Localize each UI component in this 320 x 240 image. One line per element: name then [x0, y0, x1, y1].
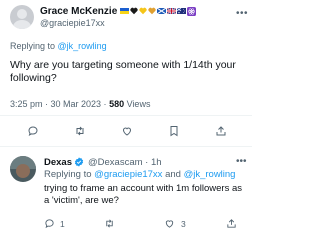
like-icon[interactable]	[121, 125, 133, 137]
reply-handle-time[interactable]: @Dexascam · 1h	[88, 157, 162, 168]
display-name[interactable]: Grace McKenzie	[40, 6, 117, 17]
reply-count: 1	[60, 219, 65, 229]
scotland-flag-icon	[157, 8, 167, 14]
avatar-face	[16, 164, 30, 178]
reply-text: trying to frame an account with 1m follo…	[44, 183, 243, 206]
author-row: Grace McKenzie	[40, 5, 197, 17]
share-icon[interactable]	[215, 125, 227, 137]
reply-replying-to: Replying to @graciepie17xx and @jk_rowli…	[44, 169, 235, 180]
retweet-icon[interactable]	[74, 125, 86, 137]
gold-heart-icon	[148, 7, 156, 15]
replying-and: and	[162, 169, 184, 180]
reply-display-name[interactable]: Dexas	[44, 157, 72, 168]
black-heart-icon	[130, 7, 138, 15]
uk-flag-icon	[167, 8, 177, 14]
handle[interactable]: @graciepie17xx	[40, 18, 105, 28]
like-icon[interactable]	[164, 218, 175, 229]
tweet-text: Why are you targeting someone with 1/14t…	[10, 59, 236, 84]
atom-symbol-icon	[187, 6, 197, 16]
avatar-body	[13, 20, 31, 29]
reply-icon[interactable]	[27, 125, 39, 137]
replying-to-link[interactable]: @jk_rowling	[58, 41, 107, 51]
more-options-icon[interactable]: •••	[236, 8, 248, 19]
verified-badge-icon	[74, 157, 84, 167]
replying-to: Replying to @jk_rowling	[10, 41, 107, 51]
retweet-icon[interactable]	[104, 218, 115, 229]
bookmark-icon[interactable]	[168, 125, 180, 137]
share-icon[interactable]	[226, 218, 237, 229]
like-count: 3	[181, 219, 186, 229]
views-count: 580	[109, 99, 125, 109]
ukraine-flag-icon	[120, 8, 130, 14]
yellow-heart-icon	[139, 7, 147, 15]
more-options-icon[interactable]: •••	[236, 156, 247, 167]
replying-label: Replying to	[10, 41, 58, 51]
reply-avatar[interactable]	[10, 156, 36, 182]
name-emojis	[120, 6, 197, 16]
timestamp[interactable]: 3:25 pm · 30 Mar 2023 ·	[10, 99, 109, 109]
divider	[0, 115, 252, 116]
replying-to-link[interactable]: @jk_rowling	[184, 169, 236, 180]
avatar-head	[17, 9, 27, 19]
replying-to-link[interactable]: @graciepie17xx	[94, 169, 162, 180]
australia-flag-icon	[177, 8, 187, 14]
divider	[0, 146, 252, 147]
avatar[interactable]	[10, 5, 34, 29]
reply-actions: 1 3	[0, 217, 252, 233]
reply-author-row: Dexas @Dexascam · 1h	[44, 156, 162, 168]
reply-icon[interactable]	[44, 218, 55, 229]
views-label: Views	[124, 99, 151, 109]
tweet-actions	[0, 121, 252, 141]
replying-label: Replying to	[44, 169, 95, 180]
reply-tweet: Dexas @Dexascam · 1h ••• Replying to @gr…	[0, 152, 252, 240]
tweet-meta: 3:25 pm · 30 Mar 2023 · 580 Views	[10, 99, 150, 109]
